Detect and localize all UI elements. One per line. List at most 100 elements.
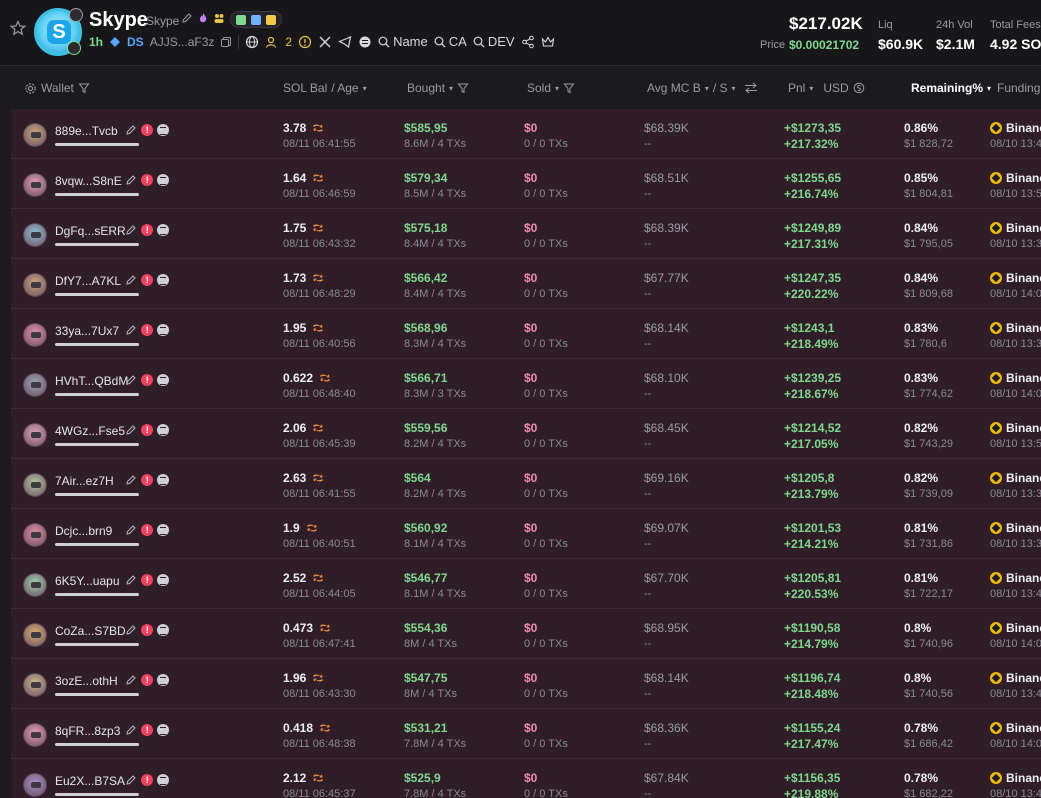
wallet-address[interactable]: DfY7...A7KL: [55, 274, 121, 288]
wallet-address[interactable]: Dcjc...brn9: [55, 524, 112, 538]
copy-icon[interactable]: [220, 36, 232, 48]
edit-pencil-icon[interactable]: [125, 674, 137, 686]
edit-pencil-icon[interactable]: [181, 12, 193, 24]
wallet-address[interactable]: 33ya...7Ux7: [55, 324, 119, 338]
table-row[interactable]: 33ya...7Ux7 ! 1.95 08/11 06:40:56 $568,9…: [11, 309, 1041, 359]
gear-icon[interactable]: [24, 82, 37, 95]
avatar[interactable]: [23, 223, 47, 247]
edit-pencil-icon[interactable]: [125, 424, 137, 436]
table-row[interactable]: Dcjc...brn9 ! 1.9 08/11 06:40:51 $560,92…: [11, 509, 1041, 559]
edit-pencil-icon[interactable]: [125, 374, 137, 386]
col-wallet[interactable]: Wallet: [24, 81, 90, 95]
alert-icon[interactable]: !: [141, 674, 154, 686]
menu-icon[interactable]: [157, 624, 170, 636]
col-sol-bal[interactable]: SOL Bal / Age ▾: [283, 81, 367, 95]
wallet-address[interactable]: 4WGz...Fse5: [55, 424, 125, 438]
wallet-address[interactable]: 7Air...ez7H: [55, 474, 114, 488]
funding-source[interactable]: Binance: [990, 771, 1041, 785]
dexscreener-icon[interactable]: [109, 36, 121, 48]
col-bought[interactable]: Bought ▾: [407, 81, 469, 95]
share-icon[interactable]: [521, 35, 535, 49]
avatar[interactable]: [23, 173, 47, 197]
menu-icon[interactable]: [157, 174, 170, 186]
search-name-button[interactable]: Name: [378, 34, 428, 49]
alert-icon[interactable]: !: [141, 174, 154, 186]
search-ca-button[interactable]: CA: [434, 34, 467, 49]
avatar[interactable]: [23, 573, 47, 597]
table-row[interactable]: 3ozE...othH ! 1.96 08/11 06:43:30 $547,7…: [11, 659, 1041, 709]
menu-icon[interactable]: [157, 424, 170, 436]
col-age-label[interactable]: / Age: [331, 81, 358, 95]
table-row[interactable]: 8qFR...8zp3 ! 0.418 08/11 06:48:38 $531,…: [11, 709, 1041, 759]
table-row[interactable]: Eu2X...B7SA ! 2.12 08/11 06:45:37 $525,9…: [11, 759, 1041, 798]
alert-icon[interactable]: !: [141, 774, 154, 786]
wallet-address[interactable]: 889e...Tvcb: [55, 124, 118, 138]
table-row[interactable]: 7Air...ez7H ! 2.63 08/11 06:41:55 $564 8…: [11, 459, 1041, 509]
filter-icon[interactable]: [563, 82, 575, 94]
menu-icon[interactable]: [157, 674, 170, 686]
filter-icon[interactable]: [457, 82, 469, 94]
avatar[interactable]: [23, 773, 47, 797]
wallet-address[interactable]: Eu2X...B7SA: [55, 774, 125, 788]
edit-pencil-icon[interactable]: [125, 574, 137, 586]
table-row[interactable]: DgFq...sERR ! 1.75 08/11 06:43:32 $575,1…: [11, 209, 1041, 259]
avatar[interactable]: [23, 123, 47, 147]
menu-icon[interactable]: [157, 274, 170, 286]
funding-source[interactable]: Binance: [990, 621, 1041, 635]
avatar[interactable]: [23, 423, 47, 447]
funding-source[interactable]: Binance: [990, 171, 1041, 185]
avatar[interactable]: [23, 523, 47, 547]
col-remaining[interactable]: Remaining% ▾: [911, 81, 991, 95]
edit-pencil-icon[interactable]: [125, 774, 137, 786]
wallet-address[interactable]: DgFq...sERR: [55, 224, 126, 238]
wallet-address[interactable]: HVhT...QBdM: [55, 374, 128, 388]
alert-icon[interactable]: !: [141, 324, 154, 336]
avatar[interactable]: [23, 273, 47, 297]
telegram-icon[interactable]: [338, 35, 352, 49]
edit-pencil-icon[interactable]: [125, 724, 137, 736]
wallet-address[interactable]: 8vqw...S8nE: [55, 174, 122, 188]
menu-icon[interactable]: [157, 774, 170, 786]
col-sold[interactable]: Sold ▾: [527, 81, 575, 95]
warning-icon[interactable]: [298, 35, 312, 49]
favorite-star-icon[interactable]: [10, 20, 26, 36]
avatar[interactable]: [23, 373, 47, 397]
funding-source[interactable]: Binance: [990, 721, 1041, 735]
alert-icon[interactable]: !: [141, 224, 154, 236]
badge-group[interactable]: [230, 11, 282, 28]
menu-icon[interactable]: [157, 474, 170, 486]
menu-icon[interactable]: [157, 124, 170, 136]
wallet-address[interactable]: 8qFR...8zp3: [55, 724, 120, 738]
menu-icon[interactable]: [157, 224, 170, 236]
funding-source[interactable]: Binance: [990, 571, 1041, 585]
menu-icon[interactable]: [157, 574, 170, 586]
edit-pencil-icon[interactable]: [125, 524, 137, 536]
search-dev-button[interactable]: DEV: [473, 34, 515, 49]
funding-source[interactable]: Binance: [990, 271, 1041, 285]
globe-icon[interactable]: [245, 35, 259, 49]
edit-pencil-icon[interactable]: [125, 624, 137, 636]
alert-icon[interactable]: !: [141, 274, 154, 286]
funding-source[interactable]: Binance: [990, 121, 1041, 135]
pump-icon[interactable]: [358, 35, 372, 49]
wallet-address[interactable]: 6K5Y...uapu: [55, 574, 120, 588]
funding-source[interactable]: Binance: [990, 671, 1041, 685]
token-logo[interactable]: S: [34, 8, 83, 56]
table-row[interactable]: CoZa...S7BD ! 0.473 08/11 06:47:41 $554,…: [11, 609, 1041, 659]
source-label[interactable]: DS: [127, 35, 144, 49]
alert-icon[interactable]: !: [141, 624, 154, 636]
alert-icon[interactable]: !: [141, 374, 154, 386]
col-avg-mc-s-label[interactable]: / S: [713, 81, 728, 95]
table-row[interactable]: 8vqw...S8nE ! 1.64 08/11 06:46:59 $579,3…: [11, 159, 1041, 209]
menu-icon[interactable]: [157, 524, 170, 536]
col-usd-label[interactable]: USD: [823, 81, 848, 95]
col-pnl[interactable]: Pnl ▾ USD: [788, 81, 865, 95]
holders-icon[interactable]: [265, 35, 279, 49]
filter-icon[interactable]: [78, 82, 90, 94]
alert-icon[interactable]: !: [141, 124, 154, 136]
crown-icon[interactable]: [541, 35, 555, 49]
funding-source[interactable]: Binance: [990, 471, 1041, 485]
edit-pencil-icon[interactable]: [125, 274, 137, 286]
alert-icon[interactable]: !: [141, 524, 154, 536]
edit-pencil-icon[interactable]: [125, 474, 137, 486]
